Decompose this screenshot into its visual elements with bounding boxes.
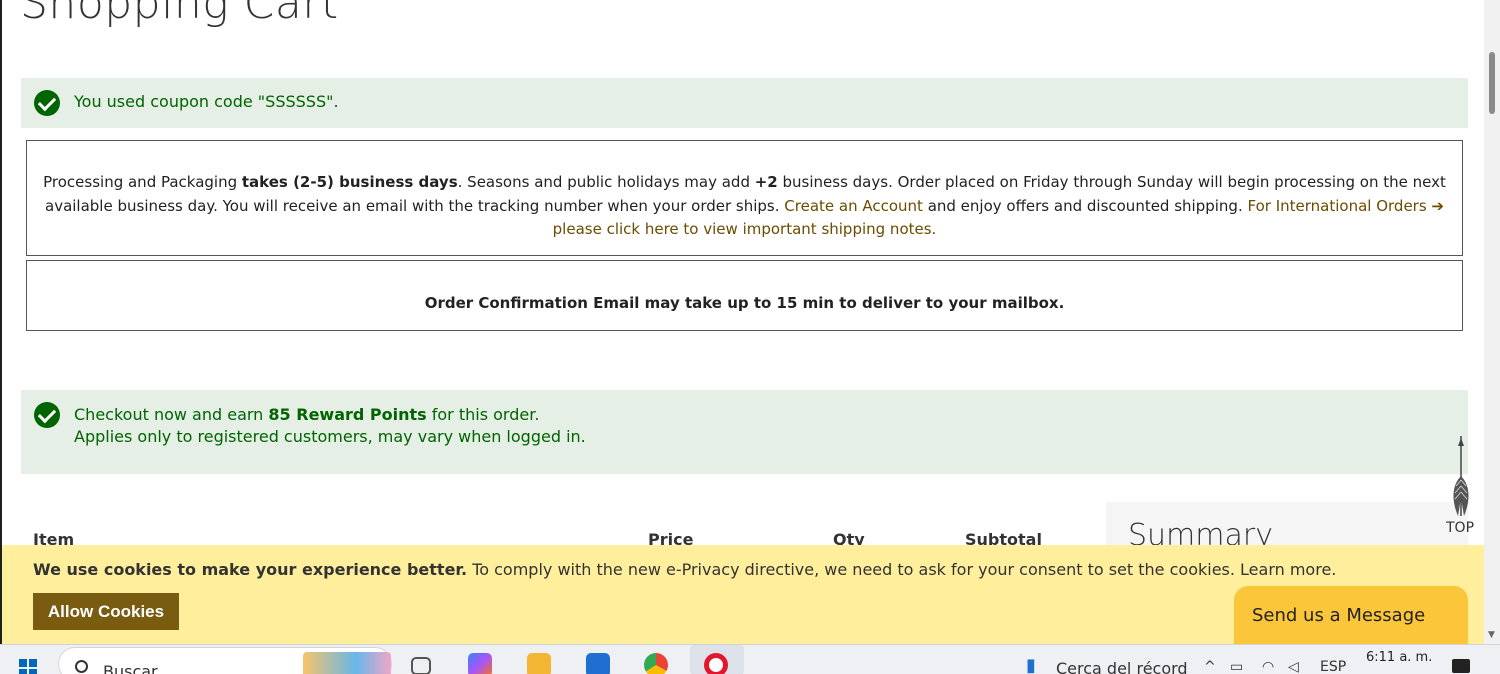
check-circle-icon [34, 402, 60, 428]
coupon-success-message: You used coupon code "SSSSSS". [21, 78, 1468, 128]
processing-notice: Processing and Packaging takes (2-5) bus… [26, 140, 1463, 256]
notification-icon[interactable] [1452, 659, 1470, 673]
browser-page: Shopping Cart You used coupon code "SSSS… [0, 0, 1484, 644]
weather-text[interactable]: Cerca del récord [1056, 659, 1188, 674]
opera-icon[interactable] [704, 653, 728, 674]
copilot-icon[interactable] [468, 653, 492, 674]
reward-points-message: Checkout now and earn 85 Reward Points f… [21, 390, 1468, 474]
taskbar-search-placeholder: Buscar [103, 662, 158, 674]
scroll-to-top-button[interactable]: TOP [1442, 436, 1480, 540]
language-indicator[interactable]: ESP [1320, 659, 1346, 674]
taskbar-clock[interactable]: 6:11 a. m. [1366, 650, 1432, 665]
scrollbar-thumb[interactable] [1489, 52, 1495, 114]
search-highlight-image [303, 652, 391, 674]
cookie-text: We use cookies to make your experience b… [33, 560, 1337, 579]
confirmation-email-notice: Order Confirmation Email may take up to … [26, 260, 1463, 331]
microsoft-store-icon[interactable] [586, 653, 610, 674]
coupon-message-text: You used coupon code "SSSSSS". [74, 92, 339, 111]
file-explorer-icon[interactable] [527, 653, 551, 674]
top-label: TOP [1446, 520, 1475, 536]
scroll-down-arrow-icon[interactable]: ▼ [1488, 630, 1495, 640]
volume-icon[interactable]: ◁ [1288, 659, 1299, 674]
feather-arrow-icon [1453, 436, 1469, 516]
taskbar-search-box[interactable]: Buscar [58, 647, 392, 674]
processing-days: takes (2-5) business days [241, 173, 458, 191]
show-hidden-icons-icon[interactable]: ^ [1204, 659, 1216, 674]
allow-cookies-button[interactable]: Allow Cookies [33, 593, 179, 630]
search-icon [75, 660, 88, 673]
reward-line-2: Applies only to registered customers, ma… [74, 427, 586, 446]
windows-start-icon[interactable] [19, 659, 37, 674]
battery-icon[interactable]: ▭ [1230, 659, 1243, 674]
check-circle-icon [34, 90, 60, 116]
task-view-icon[interactable] [411, 657, 431, 674]
wifi-icon[interactable]: ◠ [1262, 659, 1274, 674]
send-message-chat-button[interactable]: Send us a Message [1234, 586, 1468, 644]
vertical-scrollbar[interactable]: ▼ [1484, 0, 1500, 644]
page-title: Shopping Cart [20, 0, 339, 29]
chrome-icon[interactable] [644, 653, 668, 674]
holiday-days: +2 [754, 173, 778, 191]
reward-line-1: Checkout now and earn 85 Reward Points f… [74, 405, 540, 424]
weather-icon[interactable]: ▮ [1026, 655, 1036, 674]
create-account-link[interactable]: Create an Account [784, 197, 923, 215]
reward-points: 85 Reward Points [268, 405, 427, 424]
windows-taskbar: Buscar ▮ Cerca del récord ^ ▭ ◠ ◁ ESP 6:… [0, 644, 1500, 674]
confirmation-email-text: Order Confirmation Email may take up to … [424, 294, 1065, 312]
